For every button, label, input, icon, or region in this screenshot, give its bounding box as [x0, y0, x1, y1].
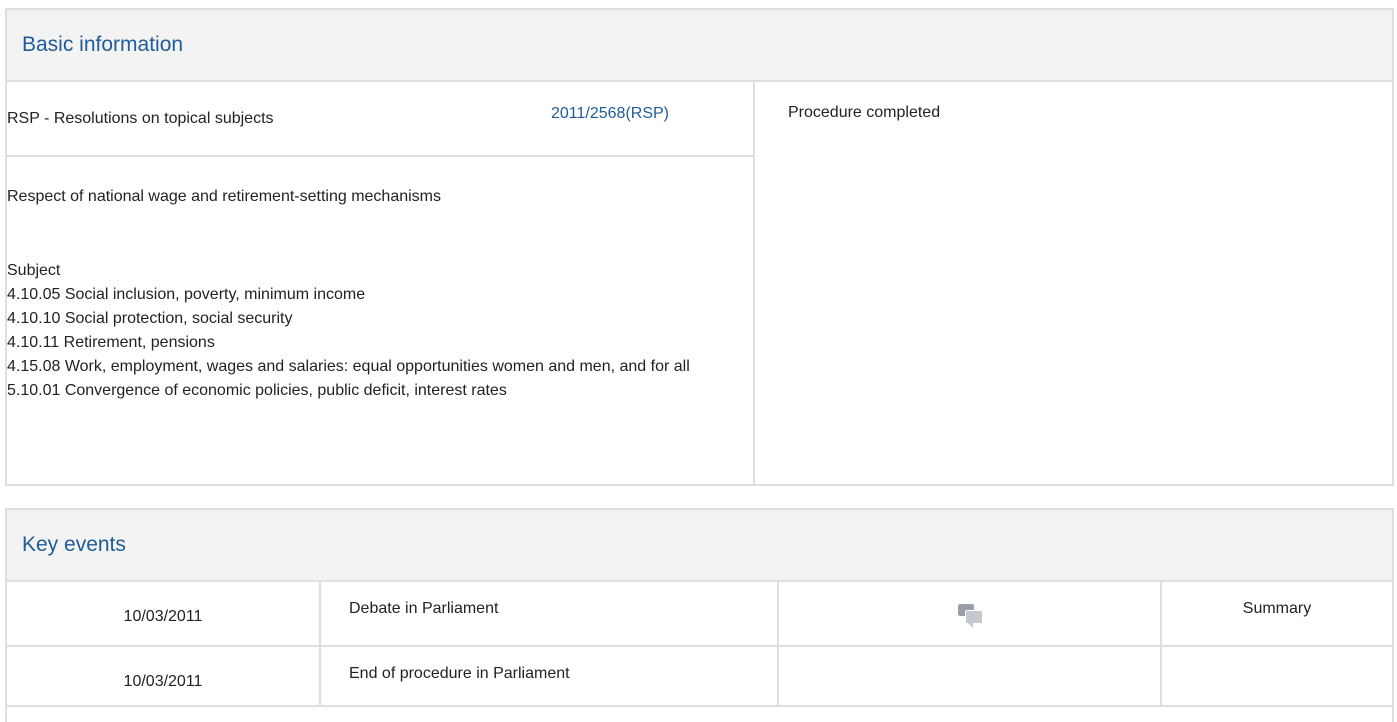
procedure-type: RSP - Resolutions on topical subjects	[7, 109, 274, 127]
procedure-status: Procedure completed	[788, 104, 941, 121]
summary-link[interactable]: Summary	[1243, 600, 1311, 617]
subject-label: Subject	[7, 262, 61, 279]
subject-item: 4.10.11 Retirement, pensions	[7, 334, 215, 351]
event-summary-cell: Summary	[1161, 582, 1392, 647]
key-events-header: Key events	[7, 510, 1392, 582]
subject-item: 4.10.05 Social inclusion, poverty, minim…	[7, 286, 366, 303]
procedure-details: Respect of national wage and retirement-…	[7, 185, 753, 403]
procedure-type-row: RSP - Resolutions on topical subjects 20…	[7, 82, 753, 157]
key-events-panel: Key events 10/03/2011 Debate in Parliame…	[5, 508, 1394, 722]
subject-item: 4.15.08 Work, employment, wages and sala…	[7, 358, 690, 375]
debate-icon[interactable]	[957, 604, 983, 628]
procedure-reference-link[interactable]: 2011/2568(RSP)	[551, 105, 669, 123]
subject-item: 4.10.10 Social protection, social securi…	[7, 310, 293, 327]
event-date: 10/03/2011	[7, 646, 321, 707]
basic-information-panel: Basic information RSP - Resolutions on t…	[5, 8, 1394, 486]
event-icon-cell	[778, 582, 1162, 647]
event-icon-cell	[778, 646, 1162, 707]
panel-title: Basic information	[22, 33, 184, 56]
panel-title: Key events	[22, 533, 126, 556]
table-row: 10/03/2011 Debate in Parliament Summary	[7, 582, 1392, 647]
table-row: 10/03/2011 End of procedure in Parliamen…	[7, 646, 1392, 707]
basic-information-header: Basic information	[7, 10, 1392, 82]
event-name: Debate in Parliament	[320, 582, 779, 647]
event-name: End of procedure in Parliament	[320, 646, 779, 707]
basic-information-body: RSP - Resolutions on topical subjects 20…	[7, 82, 1392, 484]
procedure-title: Respect of national wage and retirement-…	[7, 188, 441, 205]
key-events-table: 10/03/2011 Debate in Parliament Summary …	[7, 582, 1392, 707]
basic-information-left: RSP - Resolutions on topical subjects 20…	[7, 82, 755, 484]
event-date: 10/03/2011	[7, 582, 321, 647]
subject-item: 5.10.01 Convergence of economic policies…	[7, 382, 507, 399]
event-summary-cell	[1161, 646, 1392, 707]
subject-list: 4.10.05 Social inclusion, poverty, minim…	[7, 283, 752, 403]
